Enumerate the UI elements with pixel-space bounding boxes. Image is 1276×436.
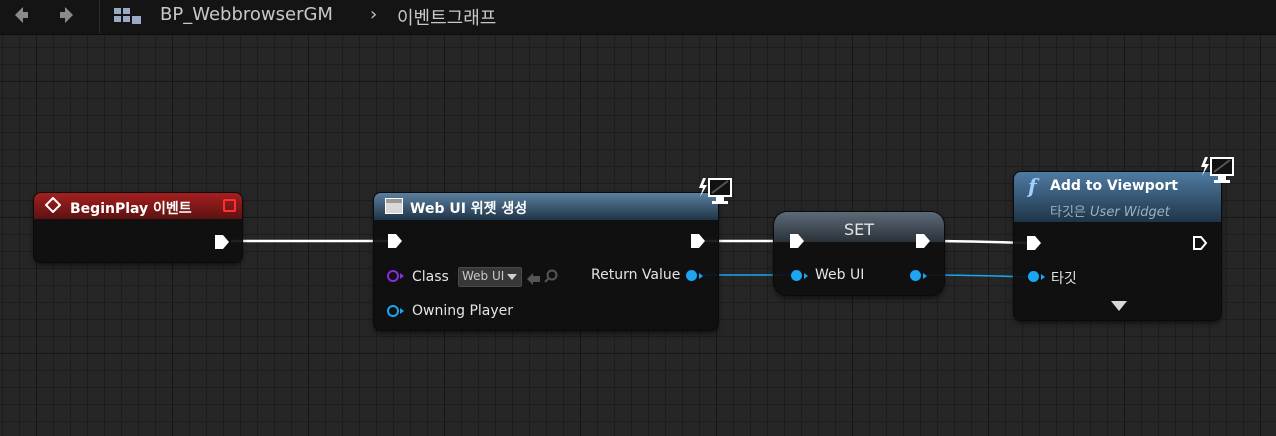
return-value-pin-arrow-icon — [699, 273, 703, 279]
set-variable-node[interactable]: SET Web UI — [774, 212, 944, 295]
exec-in-pin[interactable] — [789, 233, 805, 249]
node-header: Web UI 위젯 생성 — [374, 193, 718, 220]
node-subtitle: 타깃은 User Widget — [1050, 201, 1170, 220]
target-pin-arrow-icon — [1041, 274, 1045, 280]
add-to-viewport-node[interactable]: f Add to Viewport 타깃은 User Widget 타깃 — [1014, 172, 1221, 320]
class-select[interactable]: Web UI — [458, 267, 522, 287]
exec-out-pin[interactable] — [214, 234, 230, 250]
target-label: 타깃 — [1051, 271, 1077, 287]
exec-in-pin[interactable] — [387, 233, 403, 249]
return-value-pin[interactable] — [686, 270, 697, 281]
web-ui-out-pin-arrow-icon — [923, 273, 927, 279]
node-header: f Add to Viewport 타깃은 User Widget — [1014, 172, 1221, 222]
dropdown-arrow-icon — [507, 274, 517, 280]
owning-player-pin[interactable] — [387, 305, 399, 317]
advanced-expand-icon[interactable] — [1111, 301, 1127, 311]
node-title: Add to Viewport — [1050, 178, 1178, 194]
class-pin-arrow-icon — [400, 273, 404, 279]
widget-icon — [385, 198, 403, 214]
browse-search-icon[interactable] — [544, 268, 558, 287]
create-widget-node[interactable]: Web UI 위젯 생성 Class Web UI Return Value O… — [374, 193, 718, 330]
class-label: Class — [412, 269, 449, 285]
owning-player-label: Owning Player — [412, 303, 514, 319]
node-title: BeginPlay 이벤트 — [70, 201, 192, 217]
node-header: BeginPlay 이벤트 — [34, 193, 242, 219]
exec-out-pin[interactable] — [690, 233, 706, 249]
web-ui-out-pin[interactable] — [910, 270, 921, 281]
monitor-icon — [699, 178, 732, 204]
beginplay-event-node[interactable]: BeginPlay 이벤트 — [34, 193, 242, 262]
function-icon: f — [1028, 174, 1037, 198]
return-value-label: Return Value — [591, 267, 681, 283]
class-pin[interactable] — [387, 270, 399, 282]
web-ui-in-pin-arrow-icon — [804, 273, 808, 279]
monitor-icon — [1201, 157, 1234, 183]
owning-player-pin-arrow-icon — [400, 308, 404, 314]
subtitle-prefix: 타깃은 — [1050, 205, 1086, 220]
exec-in-pin[interactable] — [1026, 235, 1042, 251]
exec-out-pin[interactable] — [915, 233, 931, 249]
web-ui-label: Web UI — [815, 267, 865, 283]
class-select-value: Web UI — [462, 269, 505, 283]
event-diamond-icon — [44, 196, 62, 217]
target-pin[interactable] — [1028, 271, 1039, 282]
delegate-square-icon[interactable] — [223, 199, 236, 212]
subtitle-target: User Widget — [1090, 205, 1170, 220]
web-ui-in-pin[interactable] — [791, 270, 802, 281]
use-selected-arrow-icon[interactable] — [527, 270, 541, 289]
exec-out-pin[interactable] — [1192, 235, 1208, 251]
node-title: SET — [844, 220, 875, 239]
node-title: Web UI 위젯 생성 — [410, 201, 528, 217]
